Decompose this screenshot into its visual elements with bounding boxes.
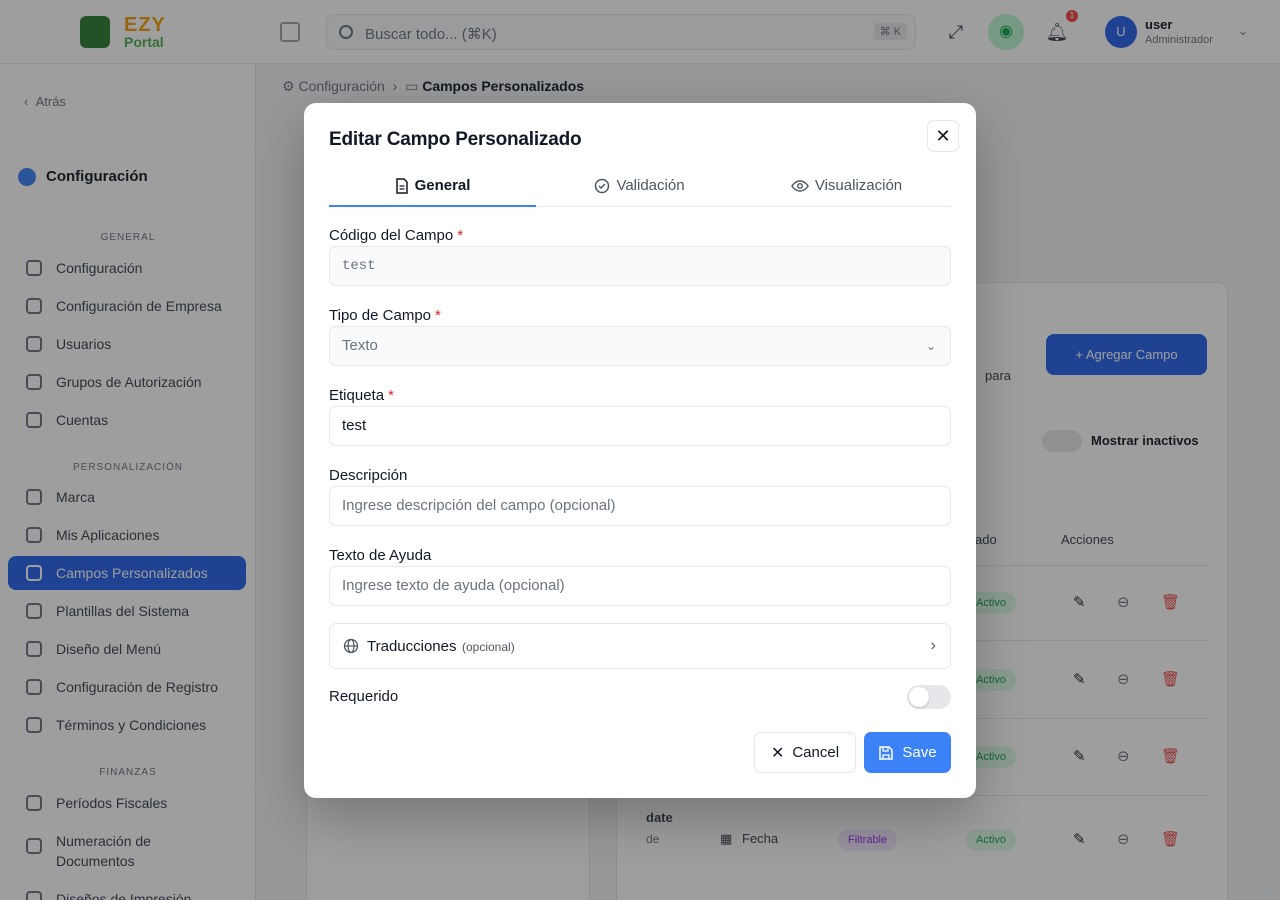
required-mark: * [435,307,441,324]
translations-expander[interactable]: Traducciones (opcional) › [329,623,951,669]
save-button-label: Save [902,744,937,761]
translations-optional: (opcional) [462,640,515,654]
check-circle-icon [594,178,610,194]
globe-icon [343,638,359,659]
cancel-button[interactable]: ✕ Cancel [754,732,856,773]
toggle-knob [909,687,929,707]
tab-label: Validación [616,177,685,194]
tab-validation[interactable]: Validación [536,167,743,207]
required-mark: * [457,227,464,244]
save-icon [878,745,894,761]
tab-general[interactable]: General [329,167,536,207]
label-field[interactable]: test [329,406,951,446]
tab-label: General [414,177,471,194]
label-label-text: Etiqueta [329,387,385,404]
chevron-down-icon: ⌄ [925,339,936,353]
help-text-label: Texto de Ayuda [329,547,432,564]
code-field[interactable]: test [329,246,951,286]
close-icon: ✕ [770,744,785,762]
translations-label: Traducciones [367,638,457,655]
dialog-title: Editar Campo Personalizado [329,129,582,150]
tab-display[interactable]: Visualización [743,167,950,207]
type-select[interactable]: Texto ⌄ [329,326,951,366]
label-label: Etiqueta * [329,387,394,404]
description-field[interactable]: Ingrese descripción del campo (opcional) [329,486,951,526]
required-label: Requerido [329,688,399,705]
tab-bar: General Validación Visualización [329,167,951,207]
required-toggle[interactable] [907,685,951,709]
document-icon [395,178,409,194]
type-select-value: Texto [342,337,378,354]
code-label-text: Código del Campo [329,227,454,244]
help-text-field[interactable]: Ingrese texto de ayuda (opcional) [329,566,951,606]
tab-label: Visualización [814,177,903,194]
close-button[interactable]: ✕ [927,120,959,152]
chevron-right-icon: › [930,637,936,654]
description-label: Descripción [329,467,408,484]
save-button[interactable]: Save [864,732,951,773]
type-label: Tipo de Campo * [329,307,441,324]
code-label: Código del Campo * [329,227,463,244]
required-mark: * [388,387,394,404]
type-label-text: Tipo de Campo [329,307,431,324]
eye-icon [791,179,809,193]
close-icon: ✕ [935,126,951,146]
cancel-button-label: Cancel [792,744,840,761]
edit-field-dialog: Editar Campo Personalizado ✕ General Val… [304,103,976,798]
